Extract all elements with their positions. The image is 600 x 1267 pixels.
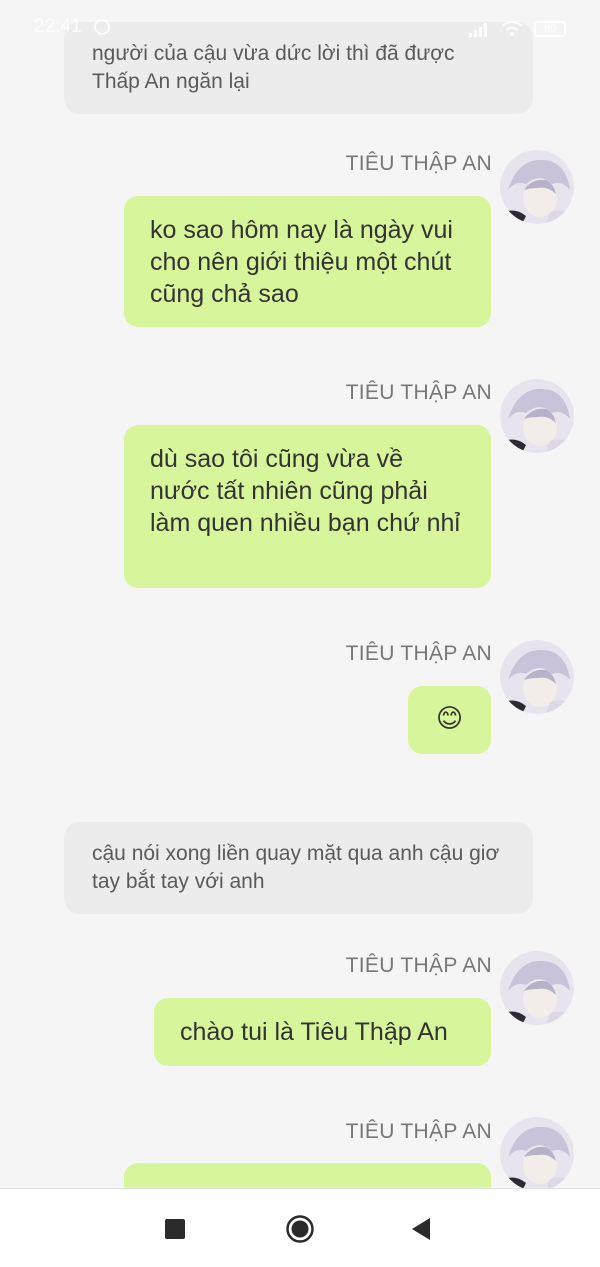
emoji-smile-icon: 😊 <box>435 703 464 733</box>
status-icons: 80 <box>468 18 566 40</box>
avatar[interactable] <box>500 951 574 1025</box>
message-bubble[interactable] <box>124 1163 491 1188</box>
recents-button[interactable] <box>157 1211 193 1247</box>
avatar[interactable] <box>500 1117 574 1188</box>
status-time: 22:41 <box>34 16 82 37</box>
wifi-icon <box>501 21 523 36</box>
status-bar: 22:41 80 <box>0 0 600 56</box>
signal-icon <box>469 23 487 37</box>
message-text: dù sao tôi cũng vừa về nước tất nhiên cũ… <box>150 445 461 537</box>
navigation-bar <box>0 1188 600 1267</box>
avatar[interactable] <box>500 379 574 453</box>
avatar-image <box>500 951 574 1025</box>
message-bubble[interactable]: 😊 <box>408 686 491 754</box>
back-button[interactable] <box>403 1211 439 1247</box>
sender-name: TIÊU THẬP AN <box>345 1120 492 1143</box>
message-text: chào tui là Tiêu Thập An <box>180 1018 448 1046</box>
home-button[interactable] <box>282 1211 318 1247</box>
avatar[interactable] <box>500 150 574 224</box>
sender-name: TIÊU THẬP AN <box>345 381 492 404</box>
notification-icon <box>94 19 110 35</box>
avatar[interactable] <box>500 640 574 714</box>
sender-name: TIÊU THẬP AN <box>345 642 492 665</box>
message-bubble[interactable]: dù sao tôi cũng vừa về nước tất nhiên cũ… <box>124 425 491 588</box>
battery-level: 80 <box>543 23 557 35</box>
chat-area[interactable]: người của cậu vừa dức lời thì đã được Th… <box>0 0 600 1188</box>
triangle-back-icon <box>412 1218 430 1240</box>
avatar-image <box>500 1117 574 1188</box>
avatar-image <box>500 150 574 224</box>
square-recents-icon <box>165 1219 185 1239</box>
sender-name: TIÊU THẬP AN <box>345 152 492 175</box>
message-bubble[interactable]: chào tui là Tiêu Thập An <box>154 998 491 1066</box>
circle-home-icon <box>286 1215 314 1243</box>
avatar-image <box>500 379 574 453</box>
narration-text: cậu nói xong liền quay mặt qua anh cậu g… <box>92 842 500 893</box>
sender-name: TIÊU THẬP AN <box>345 954 492 977</box>
avatar-image <box>500 640 574 714</box>
message-bubble[interactable]: ko sao hôm nay là ngày vui cho nên giới … <box>124 196 491 327</box>
message-text: ko sao hôm nay là ngày vui cho nên giới … <box>150 216 453 308</box>
narration-bubble: cậu nói xong liền quay mặt qua anh cậu g… <box>64 822 533 914</box>
battery-icon: 80 <box>534 21 566 37</box>
